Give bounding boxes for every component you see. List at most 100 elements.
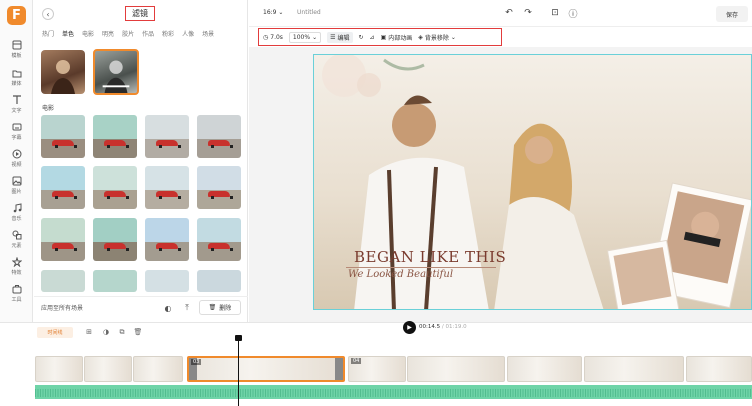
- tab-bright[interactable]: 明亮: [102, 29, 114, 38]
- total-time: 01:19.0: [445, 324, 467, 330]
- subtitle-icon: [12, 123, 21, 130]
- filter-thumb[interactable]: [41, 115, 85, 158]
- sidebar-item-media[interactable]: 媒体: [0, 62, 33, 92]
- duration-control[interactable]: ◷ 7.0s: [263, 34, 283, 41]
- apply-all-link[interactable]: 应用至所有场景: [41, 303, 83, 312]
- filter-thumb[interactable]: [93, 115, 137, 158]
- timeline-tag[interactable]: 时间线: [37, 327, 73, 338]
- tab-hot[interactable]: 热门: [42, 29, 54, 38]
- filter-thumb[interactable]: [197, 270, 241, 292]
- chevron-down-icon: ⌄: [450, 33, 456, 41]
- filter-thumb[interactable]: [41, 218, 85, 261]
- trash-icon[interactable]: 🗑: [133, 327, 143, 337]
- sidebar-item-text[interactable]: 文字: [0, 89, 33, 119]
- undo-icon[interactable]: ↶: [503, 7, 515, 19]
- sidebar-item-tools[interactable]: 工具: [0, 278, 33, 308]
- portrait-thumbnail-icon: [102, 60, 130, 93]
- filter-thumb[interactable]: [145, 270, 189, 292]
- delete-label: 删除: [219, 305, 232, 312]
- tab-portrait[interactable]: 人像: [182, 29, 194, 38]
- chevron-down-icon: ⌄: [312, 33, 318, 41]
- sidebar-item-label: 工具: [11, 296, 22, 303]
- upload-icon[interactable]: ⤒: [180, 301, 194, 315]
- help-icon[interactable]: ⓘ: [567, 7, 579, 20]
- compare-icon[interactable]: ◐: [161, 301, 175, 315]
- zoom-select[interactable]: 100% ⌄: [288, 31, 322, 43]
- document-title[interactable]: Untitled: [297, 9, 321, 16]
- timeline-clip[interactable]: [35, 356, 83, 382]
- sidebar-item-video[interactable]: 视频: [0, 143, 33, 173]
- timeline-clip[interactable]: [686, 356, 752, 382]
- current-time: 00:14.5: [419, 324, 441, 330]
- filter-thumb[interactable]: [197, 218, 241, 261]
- filter-thumb[interactable]: [41, 166, 85, 209]
- redo-icon[interactable]: ↷: [522, 7, 534, 19]
- video-subline[interactable]: We Looked Beautiful: [348, 269, 453, 280]
- time-display: 00:14.5 / 01:19.0: [419, 324, 467, 330]
- timeline-clip[interactable]: [84, 356, 132, 382]
- delete-button[interactable]: 🗑 删除: [199, 300, 241, 315]
- inner-animation-label: 内部动画: [388, 34, 413, 42]
- tab-pastel[interactable]: 粉彩: [162, 29, 174, 38]
- back-button[interactable]: ‹: [42, 8, 54, 20]
- video-preview[interactable]: BEGAN LIKE THIS We Looked Beautiful: [313, 54, 752, 310]
- portrait-thumbnail-icon: [51, 60, 75, 94]
- filter-thumb[interactable]: [145, 166, 189, 209]
- sidebar-item-template[interactable]: 模板: [0, 34, 33, 64]
- sidebar-item-subtitle[interactable]: 字幕: [0, 116, 33, 146]
- timeline-clip-selected[interactable]: 03: [187, 356, 345, 382]
- template-icon: [12, 40, 21, 49]
- inner-animation-button[interactable]: ▣ 内部动画: [381, 33, 413, 42]
- filter-thumb[interactable]: [197, 115, 241, 158]
- play-button[interactable]: ▶: [403, 321, 416, 334]
- filter-thumb[interactable]: [145, 218, 189, 261]
- screenshot-icon[interactable]: ⊡: [549, 7, 561, 19]
- filter-thumb[interactable]: [93, 270, 137, 292]
- headline-ornament-line: [346, 267, 496, 268]
- filter-panel: ‹ 滤镜 热门 单色 电影 明亮 胶片 作品 粉彩 人像 场景 电影 应用至所有…: [34, 0, 248, 322]
- tab-film[interactable]: 胶片: [122, 29, 134, 38]
- rotate-icon[interactable]: ↻: [359, 34, 364, 41]
- filter-thumb[interactable]: [93, 166, 137, 209]
- filter-thumb[interactable]: [197, 166, 241, 209]
- tab-scene[interactable]: 场景: [202, 29, 214, 38]
- filter-thumb-sepia[interactable]: [41, 50, 85, 94]
- timeline-clip[interactable]: [407, 356, 505, 382]
- duplicate-icon[interactable]: ⧉: [117, 327, 127, 337]
- adjust-label: 编辑: [337, 34, 350, 42]
- eraser-icon: ◈: [418, 33, 423, 41]
- filter-thumb[interactable]: [41, 270, 85, 292]
- clip-trim-handle-right[interactable]: [335, 358, 343, 380]
- sidebar-item-elements[interactable]: 元素: [0, 224, 33, 254]
- tab-mono[interactable]: 单色: [62, 29, 74, 38]
- tab-works[interactable]: 作品: [142, 29, 154, 38]
- filter-thumb-mono-selected[interactable]: [93, 49, 139, 95]
- sidebar-item-music[interactable]: 音乐: [0, 197, 33, 227]
- remove-background-button[interactable]: ◈ 背景移除 ⌄: [418, 33, 456, 42]
- adjust-button[interactable]: ☰ 编辑: [327, 31, 353, 43]
- video-headline[interactable]: BEGAN LIKE THIS: [354, 248, 506, 266]
- timeline-clip[interactable]: [584, 356, 684, 382]
- sidebar-item-effects[interactable]: 特效: [0, 251, 33, 281]
- panel-footer: 应用至所有场景 ◐ ⤒ 🗑 删除: [34, 296, 248, 318]
- app-logo[interactable]: F: [7, 6, 26, 25]
- save-button[interactable]: 保存: [716, 6, 748, 22]
- section-label: 电影: [42, 105, 55, 112]
- filter-category-tabs: 热门 单色 电影 明亮 胶片 作品 粉彩 人像 场景: [42, 29, 214, 38]
- filter-thumb[interactable]: [145, 115, 189, 158]
- audio-track[interactable]: [35, 385, 752, 399]
- filter-thumb[interactable]: [93, 218, 137, 261]
- tab-movie[interactable]: 电影: [82, 29, 94, 38]
- add-icon[interactable]: ⊞: [84, 327, 94, 337]
- timeline-clip[interactable]: [507, 356, 582, 382]
- split-icon[interactable]: ◑: [101, 327, 111, 337]
- clip-number: 03: [191, 359, 202, 365]
- timeline-clip[interactable]: [133, 356, 183, 382]
- effects-icon: [11, 256, 22, 267]
- aspect-ratio-select[interactable]: 16:9 ⌄: [263, 9, 283, 16]
- playhead[interactable]: [235, 335, 242, 406]
- sidebar-item-image[interactable]: 图片: [0, 170, 33, 200]
- flip-icon[interactable]: ⊿: [370, 34, 375, 41]
- sidebar-item-label: 字幕: [11, 134, 22, 141]
- timeline-clip[interactable]: 04: [348, 356, 406, 382]
